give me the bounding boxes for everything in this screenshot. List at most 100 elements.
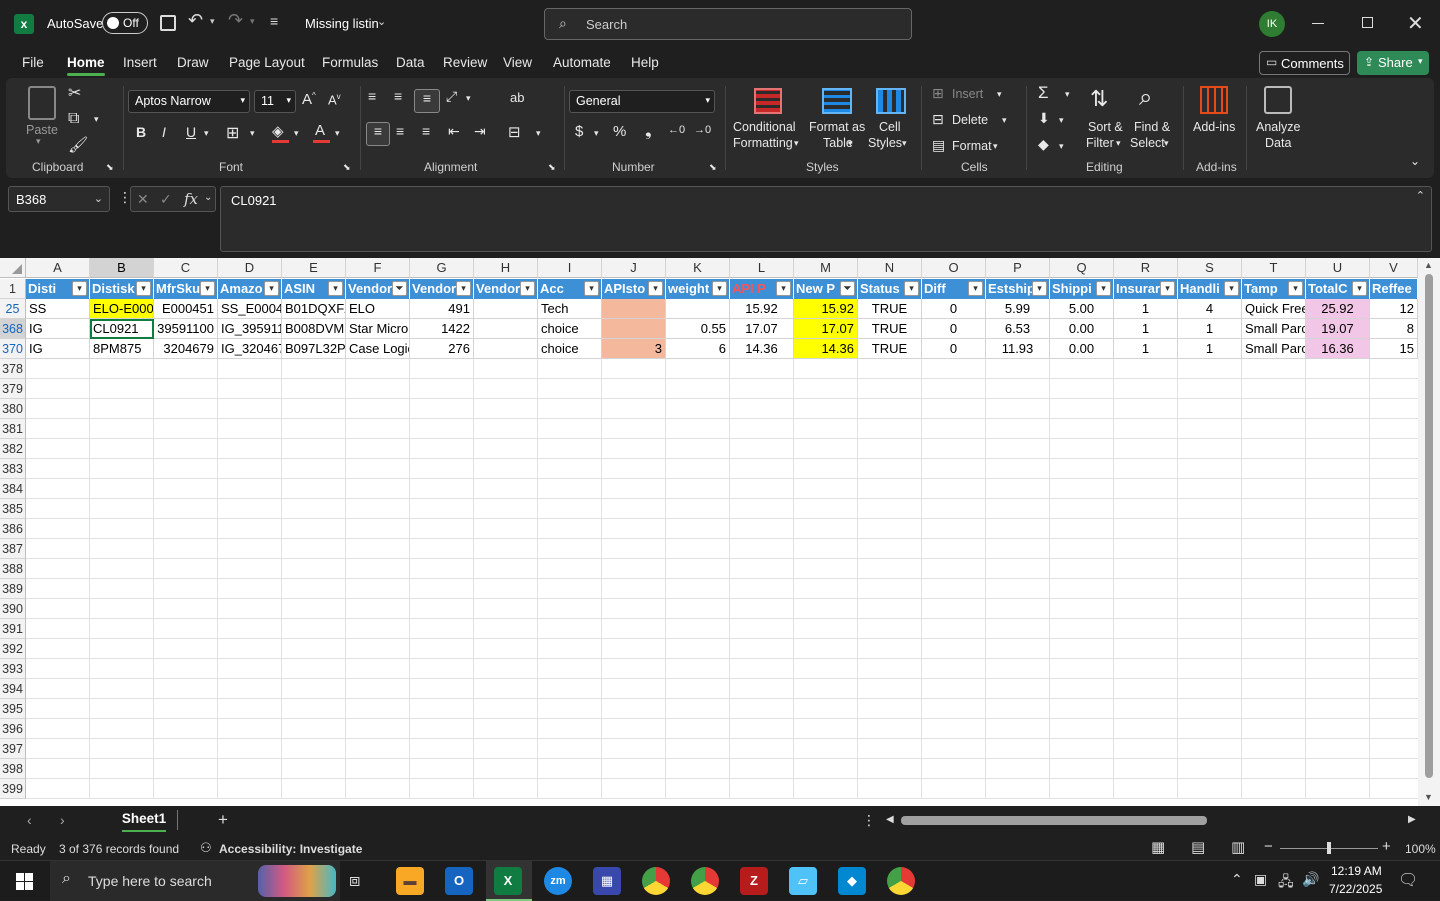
table-cell[interactable]: SS_E00045 xyxy=(218,299,282,319)
empty-row[interactable] xyxy=(26,479,1418,499)
table-cell[interactable]: 276 xyxy=(410,339,474,359)
align-top-icon[interactable]: ≡ xyxy=(368,88,376,104)
table-header-cell[interactable]: weight ▾ xyxy=(666,279,730,299)
comments-button[interactable]: ▭ Comments xyxy=(1259,51,1350,75)
chevron-down-icon[interactable]: ▾ xyxy=(848,138,853,149)
filter-dropdown-icon[interactable]: ▾ xyxy=(136,281,151,296)
filezilla-icon[interactable]: Z xyxy=(740,867,768,895)
table-header-cell[interactable]: MfrSku ▾ xyxy=(154,279,218,299)
expand-formula-icon[interactable]: ⌃ xyxy=(1416,189,1425,202)
table-cell[interactable] xyxy=(474,299,538,319)
orientation-icon[interactable]: ⤢ xyxy=(446,88,457,105)
scroll-up-icon[interactable]: ▲ xyxy=(1424,260,1433,270)
table-cell[interactable]: 15.92 xyxy=(730,299,794,319)
column-header-h[interactable]: H xyxy=(474,258,538,278)
empty-row[interactable] xyxy=(26,739,1418,759)
row-header[interactable]: 386 xyxy=(0,519,26,539)
table-cell[interactable]: 17.07 xyxy=(730,319,794,339)
column-header-k[interactable]: K xyxy=(666,258,730,278)
chevron-down-icon[interactable]: ⌄ xyxy=(204,192,212,203)
cancel-icon[interactable]: ✕ xyxy=(137,191,149,208)
align-left-icon[interactable]: ≡ xyxy=(366,122,390,146)
column-header-m[interactable]: M xyxy=(794,258,858,278)
font-launcher-icon[interactable]: ⬊ xyxy=(343,162,351,173)
table-header-cell[interactable]: Diff ▾ xyxy=(922,279,986,299)
windows-start-icon[interactable] xyxy=(16,873,34,891)
outlook-icon[interactable]: O xyxy=(445,867,473,895)
fill-icon[interactable]: ⬇ xyxy=(1038,110,1050,127)
empty-row[interactable] xyxy=(26,519,1418,539)
empty-row[interactable] xyxy=(26,499,1418,519)
empty-row[interactable] xyxy=(26,719,1418,739)
table-cell[interactable]: 0 xyxy=(922,299,986,319)
row-header[interactable]: 387 xyxy=(0,539,26,559)
table-cell[interactable] xyxy=(474,319,538,339)
filter-dropdown-icon[interactable]: ▾ xyxy=(456,281,471,296)
table-header-cell[interactable]: Vendor ▾ xyxy=(410,279,474,299)
increase-indent-icon[interactable]: ⇥ xyxy=(474,123,486,140)
status-accessibility[interactable]: Accessibility: Investigate xyxy=(219,842,362,856)
merge-center-icon[interactable]: ⊟ xyxy=(508,123,521,141)
table-cell[interactable]: 1422 xyxy=(410,319,474,339)
chrome-alt-icon[interactable] xyxy=(887,867,915,895)
filter-dropdown-icon[interactable]: ▾ xyxy=(584,281,599,296)
column-header-u[interactable]: U xyxy=(1306,258,1370,278)
row-header[interactable]: 385 xyxy=(0,499,26,519)
clock-time[interactable]: 12:19 AM xyxy=(1331,864,1382,878)
table-header-cell[interactable]: Amazo ▾ xyxy=(218,279,282,299)
ribbon-collapse-icon[interactable]: ⌄ xyxy=(1410,154,1420,168)
table-header-cell[interactable]: Reffee xyxy=(1370,279,1418,299)
italic-icon[interactable]: I xyxy=(162,124,166,140)
column-header-l[interactable]: L xyxy=(730,258,794,278)
table-cell[interactable]: 39591100 xyxy=(154,319,218,339)
table-cell[interactable]: 6.53 xyxy=(986,319,1050,339)
paste-label[interactable]: Paste xyxy=(26,123,58,138)
filter-dropdown-icon[interactable]: ▾ xyxy=(264,281,279,296)
conditional-formatting-label-2[interactable]: Formatting xyxy=(733,136,793,151)
table-cell[interactable]: SS xyxy=(26,299,90,319)
filter-dropdown-icon[interactable]: ▾ xyxy=(776,281,791,296)
table-header-cell[interactable]: Acc ▾ xyxy=(538,279,602,299)
table-cell[interactable]: 25.92 xyxy=(1306,299,1370,319)
horizontal-scroll-thumb[interactable] xyxy=(901,816,1207,825)
table-cell[interactable]: 0 xyxy=(922,339,986,359)
row-header[interactable]: 395 xyxy=(0,699,26,719)
table-header-cell[interactable]: New P ⏷ xyxy=(794,279,858,299)
table-header-cell[interactable]: ASIN ▾ xyxy=(282,279,346,299)
find-select-icon[interactable]: ⌕ xyxy=(1139,84,1152,112)
scroll-down-icon[interactable]: ▼ xyxy=(1424,792,1433,802)
font-color-dropdown-icon[interactable]: ▾ xyxy=(335,128,340,139)
empty-row[interactable] xyxy=(26,619,1418,639)
table-cell[interactable]: choice xyxy=(538,319,602,339)
row-header[interactable]: 391 xyxy=(0,619,26,639)
table-cell[interactable]: 5.99 xyxy=(986,299,1050,319)
row-header[interactable]: 379 xyxy=(0,379,26,399)
row-header[interactable]: 388 xyxy=(0,559,26,579)
row-header[interactable]: 368 xyxy=(0,319,26,339)
chrome-profile-icon[interactable] xyxy=(691,867,719,895)
table-cell[interactable]: B097L32PN xyxy=(282,339,346,359)
row-header[interactable]: 380 xyxy=(0,399,26,419)
filter-dropdown-icon[interactable]: ⏷ xyxy=(392,281,407,296)
decrease-font-icon[interactable]: Av xyxy=(328,92,341,107)
table-header-cell[interactable]: Vendor ⏷ xyxy=(346,279,410,299)
horizontal-scroll-track[interactable] xyxy=(899,816,1404,825)
borders-dropdown-icon[interactable]: ▾ xyxy=(250,128,255,139)
table-cell[interactable]: B008DVMH xyxy=(282,319,346,339)
column-header-a[interactable]: A xyxy=(26,258,90,278)
table-cell[interactable]: Star Micro xyxy=(346,319,410,339)
menu-formulas[interactable]: Formulas xyxy=(322,55,378,70)
comma-icon[interactable]: ❟ xyxy=(645,121,652,141)
table-cell[interactable]: 12 xyxy=(1370,299,1418,319)
row-header[interactable]: 392 xyxy=(0,639,26,659)
table-cell[interactable]: Quick Free xyxy=(1242,299,1306,319)
filter-dropdown-icon[interactable]: ▾ xyxy=(520,281,535,296)
empty-row[interactable] xyxy=(26,359,1418,379)
chevron-down-icon[interactable]: ▾ xyxy=(997,89,1002,100)
empty-row[interactable] xyxy=(26,779,1418,799)
next-sheet-icon[interactable]: › xyxy=(60,812,65,828)
font-color-icon[interactable]: A xyxy=(315,122,325,139)
filter-dropdown-icon[interactable]: ▾ xyxy=(968,281,983,296)
menu-draw[interactable]: Draw xyxy=(177,55,209,70)
table-cell[interactable]: 0.00 xyxy=(1050,319,1114,339)
